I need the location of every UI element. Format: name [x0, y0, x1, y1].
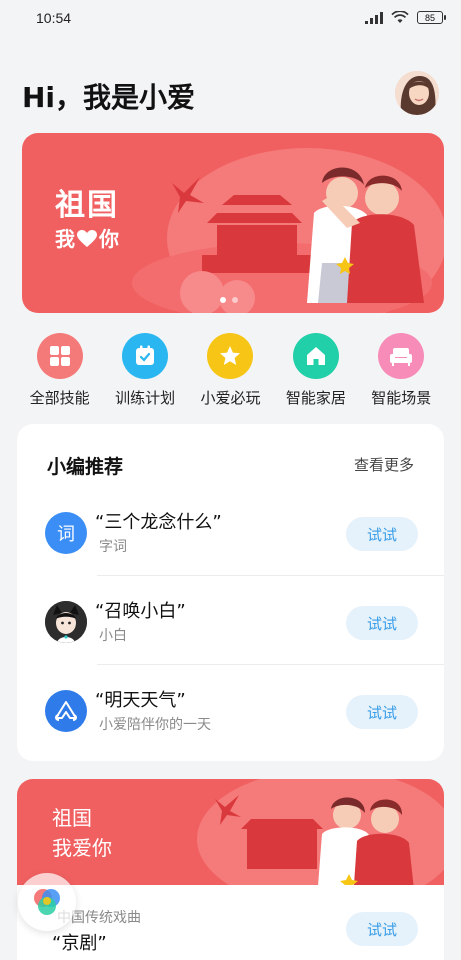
banner-subtitle-a: 我: [55, 227, 75, 251]
quick-smart-home[interactable]: 智能家居: [273, 333, 358, 408]
weather-icon: [45, 690, 87, 732]
quick-actions: 全部技能 训练计划 小爱必玩 智能家居 智能场景: [0, 333, 461, 408]
quick-label: 智能场景: [371, 389, 432, 407]
xiaobai-avatar-icon: [45, 601, 87, 643]
quick-all-skills[interactable]: 全部技能: [17, 333, 102, 408]
quick-must-play[interactable]: 小爱必玩: [188, 333, 273, 408]
section-title: 小编推荐: [47, 456, 124, 478]
status-bar: 10:54 85: [0, 0, 461, 40]
try-button[interactable]: 试试: [346, 517, 418, 551]
try-button[interactable]: 试试: [346, 912, 418, 946]
quick-label: 全部技能: [29, 389, 90, 407]
list-item[interactable]: 词 “三个龙念什么” 字词 试试: [17, 492, 444, 581]
wifi-icon: [391, 11, 409, 23]
banner2-text: 祖国 我爱你: [52, 803, 112, 863]
hero-banner[interactable]: 祖国 我 你: [22, 133, 444, 313]
banner-title: 祖国: [55, 188, 119, 223]
quick-smart-scene[interactable]: 智能场景: [359, 333, 444, 408]
list-item-subtitle: 字词: [99, 539, 127, 555]
signal-icon: [365, 11, 383, 24]
recommend-card: 小编推荐 查看更多 词 “三个龙念什么” 字词 试试 “召唤小白” 小白 试试: [17, 424, 444, 761]
star-icon: [207, 333, 254, 379]
banner2-subtitle: 我爱你: [52, 836, 112, 860]
carousel-dot-active[interactable]: [220, 297, 226, 303]
status-time: 10:54: [36, 10, 72, 26]
view-more-link[interactable]: 查看更多: [354, 454, 414, 475]
status-icons: 85: [365, 11, 446, 24]
try-button[interactable]: 试试: [346, 606, 418, 640]
list-item-subtitle: 小爱陪伴你的一天: [99, 717, 211, 733]
assistant-float-button[interactable]: [18, 873, 76, 931]
user-avatar-icon: [395, 71, 439, 115]
divider: [97, 664, 444, 665]
banner-subtitle: 我 你: [55, 224, 119, 254]
list-item[interactable]: 中国传统戏曲 “京剧” 试试: [17, 885, 444, 960]
banner-text: 祖国 我 你: [55, 188, 119, 254]
carousel-dot[interactable]: [232, 297, 238, 303]
banner-subtitle-b: 你: [99, 227, 119, 251]
home-icon: [292, 333, 339, 379]
sofa-icon: [378, 333, 425, 379]
quick-label: 小爱必玩: [200, 389, 261, 407]
list-item-title: “明天天气”: [95, 690, 186, 711]
word-icon: 词: [45, 512, 87, 554]
carousel-dots: [220, 297, 238, 303]
page-title: Hi，我是小爱: [22, 81, 196, 114]
assistant-orb-icon: [34, 889, 60, 915]
battery-indicator: 85: [417, 11, 446, 24]
list-item[interactable]: “召唤小白” 小白 试试: [17, 581, 444, 670]
calendar-check-icon: [122, 333, 169, 379]
list-item-title: “京剧”: [52, 933, 107, 954]
banner2-title: 祖国: [52, 806, 92, 830]
quick-training-plan[interactable]: 训练计划: [103, 333, 188, 408]
try-button[interactable]: 试试: [346, 695, 418, 729]
quick-label: 训练计划: [115, 389, 176, 407]
list-item-title: “三个龙念什么”: [95, 512, 222, 533]
word-icon-text: 词: [57, 524, 75, 545]
list-item-subtitle: 小白: [99, 628, 127, 644]
quick-label: 智能家居: [285, 389, 346, 407]
grid-icon: [36, 333, 83, 379]
list-item-title: “召唤小白”: [95, 601, 186, 622]
avatar[interactable]: [395, 71, 439, 115]
list-item[interactable]: “明天天气” 小爱陪伴你的一天 试试: [17, 670, 444, 759]
divider: [97, 575, 444, 576]
heart-icon: [77, 230, 97, 247]
